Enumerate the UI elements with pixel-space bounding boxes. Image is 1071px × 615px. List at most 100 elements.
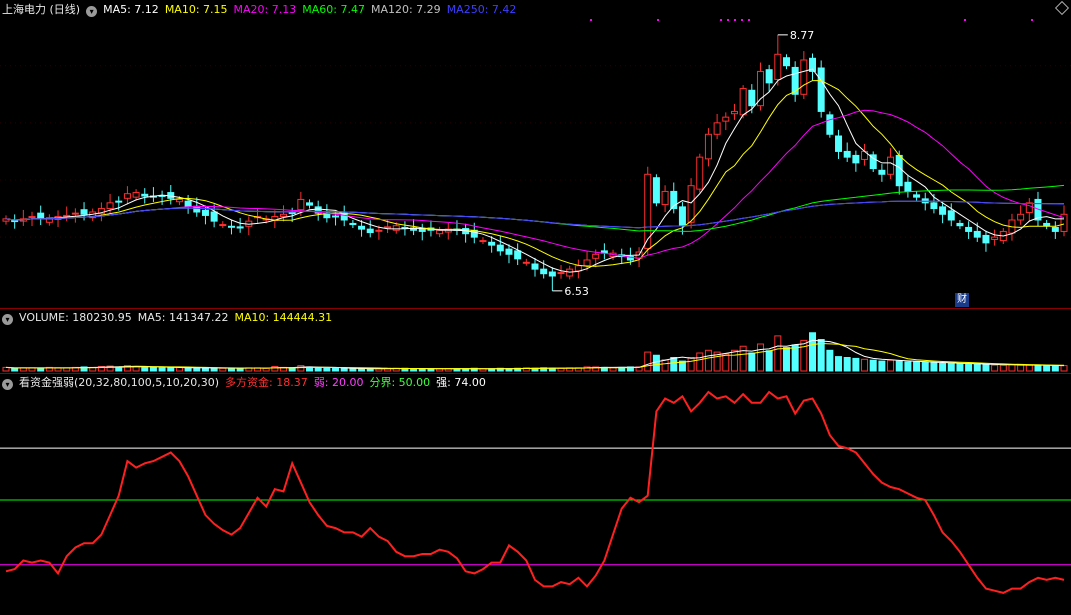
volume-bar-108 <box>939 362 947 372</box>
candle-body-89 <box>774 53 782 80</box>
volume-bar-119 <box>1034 365 1042 372</box>
signal-dot-0 <box>590 19 592 21</box>
volume-bar-109 <box>947 362 955 372</box>
candle-body-33 <box>288 212 296 215</box>
volume-bar-110 <box>956 363 964 372</box>
volume-bar-26 <box>227 367 235 372</box>
volume-bar-102 <box>887 359 895 372</box>
candle-body-66 <box>574 265 582 272</box>
financial-report-badge[interactable]: 财 <box>955 293 969 307</box>
candle-body-111 <box>965 226 973 232</box>
volume-bar-16 <box>141 366 149 372</box>
candle-body-22 <box>193 205 201 213</box>
volume-bar-114 <box>991 364 999 372</box>
volume-bar-106 <box>921 361 929 372</box>
volume-bar-122 <box>1060 365 1068 372</box>
indicator-boundary: 分界: 50.00 <box>369 376 431 389</box>
candle-body-57 <box>496 244 504 252</box>
volume-bar-81 <box>704 349 712 372</box>
signal-dot-6 <box>748 19 750 21</box>
candle-body-1 <box>11 220 19 223</box>
signal-dot-2 <box>720 19 722 21</box>
volume-bar-84 <box>730 349 738 372</box>
candle-body-43 <box>375 229 383 232</box>
volume-settings-icon[interactable]: ▾ <box>2 314 13 325</box>
candle-body-50 <box>436 229 444 235</box>
volume-bar-116 <box>1008 364 1016 372</box>
candle-body-120 <box>1043 222 1051 227</box>
candle-body-81 <box>704 133 712 160</box>
candle-body-117 <box>1017 213 1025 221</box>
volume-bar-107 <box>930 362 938 372</box>
signal-dot-4 <box>734 19 736 21</box>
candle-body-25 <box>219 224 227 227</box>
volume-bar-90 <box>782 347 790 372</box>
volume-ma5: MA5: 141347.22 <box>137 311 229 324</box>
candle-body-63 <box>548 271 556 277</box>
capital-flow-line <box>5 390 1065 594</box>
candle-body-114 <box>991 236 999 240</box>
candle-body-59 <box>514 250 522 260</box>
candle-body-8 <box>71 212 79 215</box>
candle-body-40 <box>349 222 357 226</box>
volume-bar-99 <box>861 358 869 372</box>
volume-bar-39 <box>340 367 348 372</box>
indicator-strong: 强: 74.00 <box>436 376 486 389</box>
candle-body-107 <box>930 202 938 210</box>
volume-bar-115 <box>999 364 1007 372</box>
candle-body-64 <box>557 272 565 275</box>
candle-body-109 <box>947 210 955 221</box>
volume-bar-34 <box>297 365 305 372</box>
candle-body-80 <box>696 156 704 190</box>
ma120-line <box>5 200 1064 229</box>
volume-bar-21 <box>184 367 192 372</box>
candle-body-105 <box>913 194 921 198</box>
candle-body-113 <box>982 234 990 244</box>
volume-header: ▾ VOLUME: 180230.95 MA5: 141347.22 MA10: 14… <box>2 309 338 327</box>
ma250-label: MA250: 7.42 <box>446 3 517 16</box>
ma5-line <box>5 68 1064 273</box>
candle-body-38 <box>332 215 340 218</box>
candle-body-112 <box>973 230 981 238</box>
volume-bar-89 <box>774 335 782 372</box>
stock-title[interactable]: 上海电力 (日线) <box>2 3 80 16</box>
volume-ma10: MA10: 144444.31 <box>234 311 333 324</box>
candle-body-108 <box>939 206 947 215</box>
signal-dot-5 <box>741 19 743 21</box>
volume-bar-47 <box>410 368 418 372</box>
candle-body-102 <box>887 156 895 175</box>
candle-body-95 <box>826 114 834 135</box>
volume-bar-105 <box>913 361 921 372</box>
volume-bar-92 <box>800 339 808 372</box>
signal-dot-7 <box>964 19 966 21</box>
volume-bar-120 <box>1043 365 1051 372</box>
volume-bar-25 <box>219 367 227 372</box>
candle-body-103 <box>895 154 903 187</box>
volume-bar-37 <box>323 367 331 372</box>
volume-bar-79 <box>687 357 695 372</box>
candle-body-101 <box>878 169 886 175</box>
volume-bar-87 <box>756 343 764 372</box>
candle-body-27 <box>236 226 244 229</box>
candle-body-98 <box>852 154 860 164</box>
volume-bar-88 <box>765 350 773 372</box>
volume-bar-80 <box>696 352 704 372</box>
candle-body-85 <box>739 88 747 116</box>
candle-body-24 <box>210 211 218 222</box>
candle-body-12 <box>106 202 114 210</box>
candle-body-35 <box>306 202 314 206</box>
indicator-settings-icon[interactable]: ▾ <box>2 379 13 390</box>
ma60-label: MA60: 7.47 <box>302 3 365 16</box>
ma60-line <box>5 184 1065 232</box>
settings-icon[interactable]: ▾ <box>86 6 98 17</box>
volume-bar-74 <box>644 351 652 372</box>
candle-body-61 <box>531 263 539 270</box>
volume-bar-38 <box>332 367 340 372</box>
volume-bar-19 <box>167 367 175 372</box>
indicator-name: 看资金强弱(20,32,80,100,5,10,20,30) <box>19 376 220 389</box>
ma10-label: MA10: 7.15 <box>164 3 228 16</box>
candle-body-20 <box>175 198 183 203</box>
candle-body-110 <box>956 222 964 227</box>
candle-body-45 <box>392 225 400 231</box>
candle-body-34 <box>297 198 305 211</box>
